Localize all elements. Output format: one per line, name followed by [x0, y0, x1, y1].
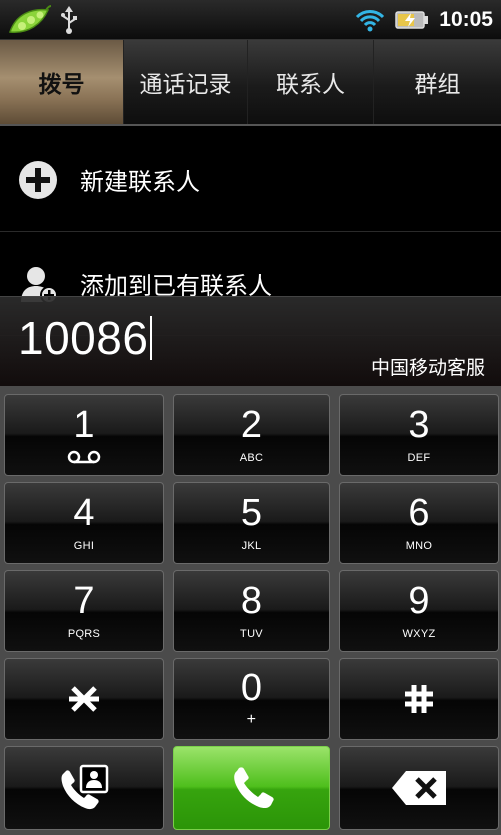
- key-digit: 9: [408, 580, 430, 622]
- key-letters: PQRS: [67, 628, 101, 640]
- status-bar: 10:05: [0, 0, 501, 40]
- key-star[interactable]: [4, 658, 164, 740]
- text-caret: [150, 316, 153, 360]
- key-digit: 2: [240, 404, 263, 446]
- key-digit: 5: [240, 492, 263, 534]
- pound-icon: [405, 685, 433, 713]
- usb-icon: [61, 6, 77, 34]
- key-letters: GHI: [73, 540, 95, 552]
- number-caller-id: 中国移动客服: [370, 357, 485, 379]
- status-time: 10:05: [439, 8, 493, 31]
- key-pound[interactable]: [339, 658, 499, 740]
- key-letters: TUV: [240, 628, 263, 640]
- call-button[interactable]: [173, 746, 330, 830]
- key-digit: 4: [73, 492, 95, 534]
- key-6[interactable]: 6 MNO: [339, 482, 499, 564]
- key-digit: 8: [240, 580, 263, 622]
- tab-bar: 拨号 通话记录 联系人 群组: [0, 40, 501, 126]
- key-9[interactable]: 9 WXYZ: [339, 570, 499, 652]
- phone-icon: [233, 767, 274, 809]
- list-item-label: 新建联系人: [80, 168, 200, 196]
- tab-contacts[interactable]: 联系人: [248, 40, 374, 124]
- key-digit: 3: [408, 404, 430, 446]
- battery-charging-icon: [395, 11, 429, 29]
- tab-dialer[interactable]: 拨号: [0, 40, 124, 124]
- key-digit: 0: [240, 667, 263, 709]
- number-display[interactable]: 10086 中国移动客服: [0, 296, 501, 386]
- wifi-icon: [356, 10, 385, 32]
- key-digit: 7: [73, 580, 95, 622]
- key-letters: MNO: [405, 540, 433, 552]
- tab-call-log[interactable]: 通话记录: [124, 40, 248, 124]
- key-digit: 1: [73, 404, 95, 446]
- plus-circle-icon: [18, 160, 58, 200]
- key-4[interactable]: 4 GHI: [4, 482, 164, 564]
- key-letters: ABC: [239, 452, 264, 464]
- dial-keypad: 1 2 ABC 3 DEF 4 GHI 5 JKL 6 MNO 7 PQRS 8…: [0, 386, 501, 835]
- key-letters: DEF: [407, 452, 431, 464]
- asterisk-icon: [69, 686, 99, 712]
- key-0[interactable]: 0 +: [173, 658, 330, 740]
- key-letters: WXYZ: [402, 628, 436, 640]
- tab-groups[interactable]: 群组: [374, 40, 501, 124]
- key-digit: 6: [408, 492, 430, 534]
- key-8[interactable]: 8 TUV: [173, 570, 330, 652]
- dialed-number: 10086: [18, 312, 149, 364]
- phone-contact-icon: [61, 764, 109, 810]
- key-2[interactable]: 2 ABC: [173, 394, 330, 476]
- voicemail-icon: [67, 450, 101, 464]
- key-1[interactable]: 1: [4, 394, 164, 476]
- key-letters: +: [246, 711, 257, 728]
- dialed-number-field[interactable]: 10086: [18, 311, 153, 365]
- key-5[interactable]: 5 JKL: [173, 482, 330, 564]
- backspace-icon: [392, 771, 446, 805]
- key-letters: JKL: [241, 540, 262, 552]
- key-3[interactable]: 3 DEF: [339, 394, 499, 476]
- backspace-button[interactable]: [339, 746, 499, 830]
- contacts-button[interactable]: [4, 746, 164, 830]
- pea-pod-icon: [8, 5, 52, 33]
- key-7[interactable]: 7 PQRS: [4, 570, 164, 652]
- list-item-new-contact[interactable]: 新建联系人: [0, 128, 501, 232]
